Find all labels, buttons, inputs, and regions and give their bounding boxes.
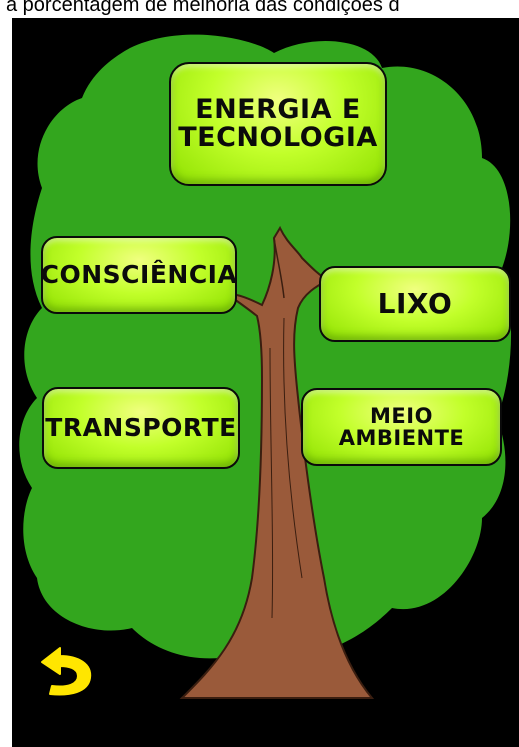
back-arrow-icon (41, 647, 92, 696)
meio-ambiente-button[interactable]: MEIO AMBIENTE (301, 388, 502, 466)
header-text: a porcentagem de melhoria das condições … (6, 0, 400, 16)
back-button[interactable] (34, 644, 98, 700)
lixo-button[interactable]: LIXO (319, 266, 511, 342)
consciencia-button[interactable]: CONSCIÊNCIA (41, 236, 237, 314)
energia-tecnologia-button[interactable]: ENERGIA E TECNOLOGIA (169, 62, 387, 186)
game-stage: ENERGIA E TECNOLOGIA CONSCIÊNCIA LIXO TR… (12, 18, 519, 747)
transporte-button[interactable]: TRANSPORTE (42, 387, 240, 469)
